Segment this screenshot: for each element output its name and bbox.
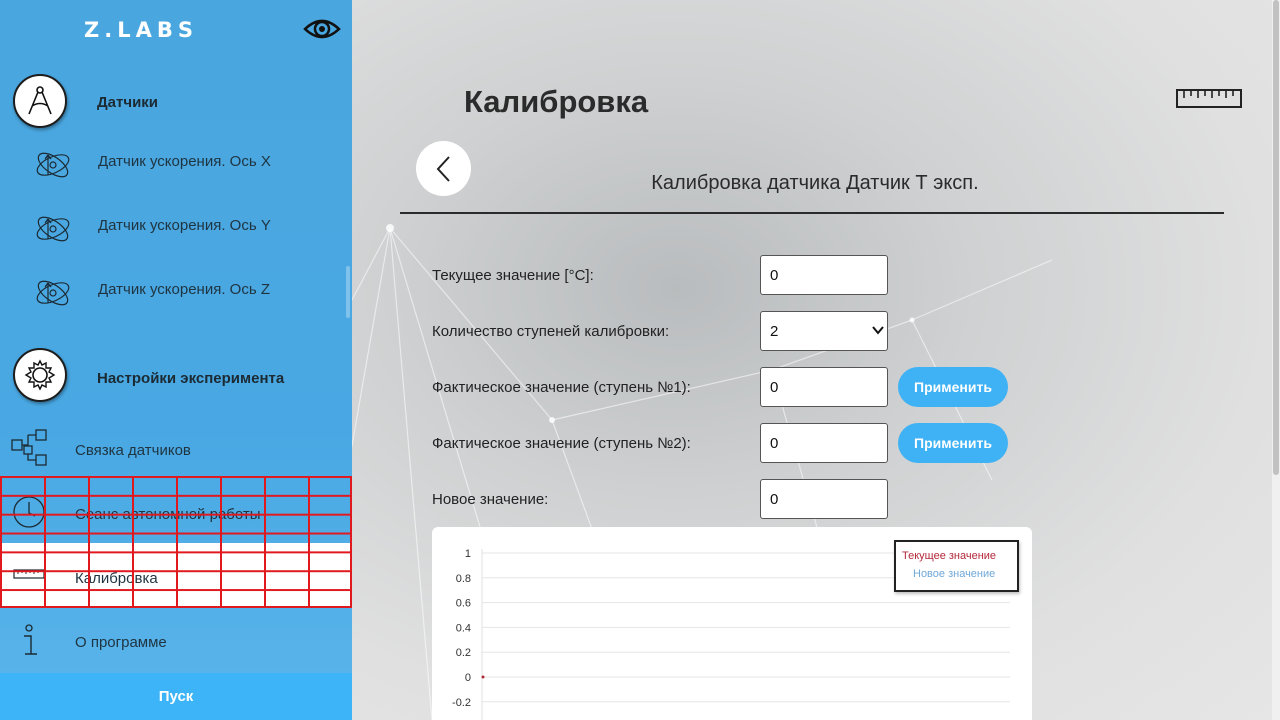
sidebar-item-calibration[interactable]: Калибровка xyxy=(0,550,352,606)
sidebar-scrollbar[interactable] xyxy=(346,266,350,318)
chart-y-tick-label: 0.6 xyxy=(456,598,471,610)
chart-legend: Текущее значение Новое значение xyxy=(894,540,1019,592)
legend-new-value: Новое значение xyxy=(913,568,996,580)
run-button[interactable]: Пуск xyxy=(0,673,352,720)
caliper-icon xyxy=(13,74,67,128)
apply-step1-button[interactable]: Применить xyxy=(898,367,1008,407)
new-value-label: Новое значение: xyxy=(432,491,549,508)
chart-y-tick-label: -0.2 xyxy=(452,697,471,709)
orbit-sensor-icon xyxy=(36,152,70,178)
orbit-sensor-icon xyxy=(36,216,70,242)
ruler-icon xyxy=(1176,89,1242,108)
chevron-down-icon xyxy=(872,326,884,335)
steps-count-label: Количество ступеней калибровки: xyxy=(432,323,670,340)
sidebar-item-label: Калибровка xyxy=(75,570,158,587)
actual-step1-input[interactable] xyxy=(760,367,888,407)
new-value-input[interactable] xyxy=(760,479,888,519)
section-sensors[interactable]: Датчики xyxy=(0,72,352,132)
actual-step2-label: Фактическое значение (ступень №2): xyxy=(432,435,691,452)
scrollbar-thumb[interactable] xyxy=(1273,0,1279,475)
chart-y-tick-label: 1 xyxy=(465,548,471,560)
orbit-sensor-icon xyxy=(36,280,70,306)
divider xyxy=(400,212,1224,214)
sidebar-header: Z.LABS xyxy=(0,0,352,60)
page-title: Калибровка xyxy=(464,84,649,119)
chart-y-tick-label: 0.4 xyxy=(456,622,471,634)
clock-icon xyxy=(13,496,45,528)
actual-step2-input[interactable] xyxy=(760,423,888,463)
section-settings[interactable]: Настройки эксперимента xyxy=(0,348,352,408)
apply-step2-button[interactable]: Применить xyxy=(898,423,1008,463)
sidebar-item-accel-z[interactable]: Датчик ускорения. Ось Z xyxy=(0,261,352,317)
sidebar-item-autonomous-session[interactable]: Сеанс автономной работы xyxy=(0,486,352,542)
ruler-icon xyxy=(13,569,45,579)
sidebar-item-label: Связка датчиков xyxy=(75,442,191,459)
sidebar-item-sensor-link[interactable]: Связка датчиков xyxy=(0,422,352,478)
chart-y-tick-label: 0 xyxy=(465,672,471,684)
sidebar-item-label: Датчик ускорения. Ось Z xyxy=(98,281,270,298)
section-label-sensors: Датчики xyxy=(97,94,159,111)
logo: Z.LABS xyxy=(84,18,198,42)
current-value-input[interactable] xyxy=(760,255,888,295)
chart-y-tick-label: 0.8 xyxy=(456,573,471,585)
sidebar-item-about[interactable]: О программе xyxy=(0,614,352,670)
legend-current-value: Текущее значение xyxy=(902,550,997,562)
sidebar-item-label: Датчик ускорения. Ось X xyxy=(98,153,271,170)
sidebar-item-accel-y[interactable]: Датчик ускорения. Ось Y xyxy=(0,197,352,253)
sidebar-item-label: Датчик ускорения. Ось Y xyxy=(98,217,271,234)
sidebar: Z.LABS Датчики Датчик ускорения. Ось X Д… xyxy=(0,0,352,720)
chart-y-tick-label: 0.2 xyxy=(456,647,471,659)
sidebar-item-accel-x[interactable]: Датчик ускорения. Ось X xyxy=(0,133,352,189)
current-value-label: Текущее значение [°C]: xyxy=(432,267,594,284)
eye-icon[interactable] xyxy=(303,14,341,44)
sidebar-item-label: О программе xyxy=(75,634,167,651)
info-icon xyxy=(24,624,37,655)
actual-step1-label: Фактическое значение (ступень №1): xyxy=(432,379,691,396)
page-scrollbar[interactable] xyxy=(1272,0,1280,720)
steps-count-select[interactable]: 2 xyxy=(760,311,888,351)
gear-icon xyxy=(13,348,67,402)
section-label-settings: Настройки эксперимента xyxy=(97,370,285,387)
chart-point-current-value xyxy=(481,675,485,679)
calibration-subtitle: Калибровка датчика Датчик Т эксп. xyxy=(651,172,979,194)
sidebar-item-label: Сеанс автономной работы xyxy=(75,506,261,523)
flowchart-icon xyxy=(11,429,47,466)
